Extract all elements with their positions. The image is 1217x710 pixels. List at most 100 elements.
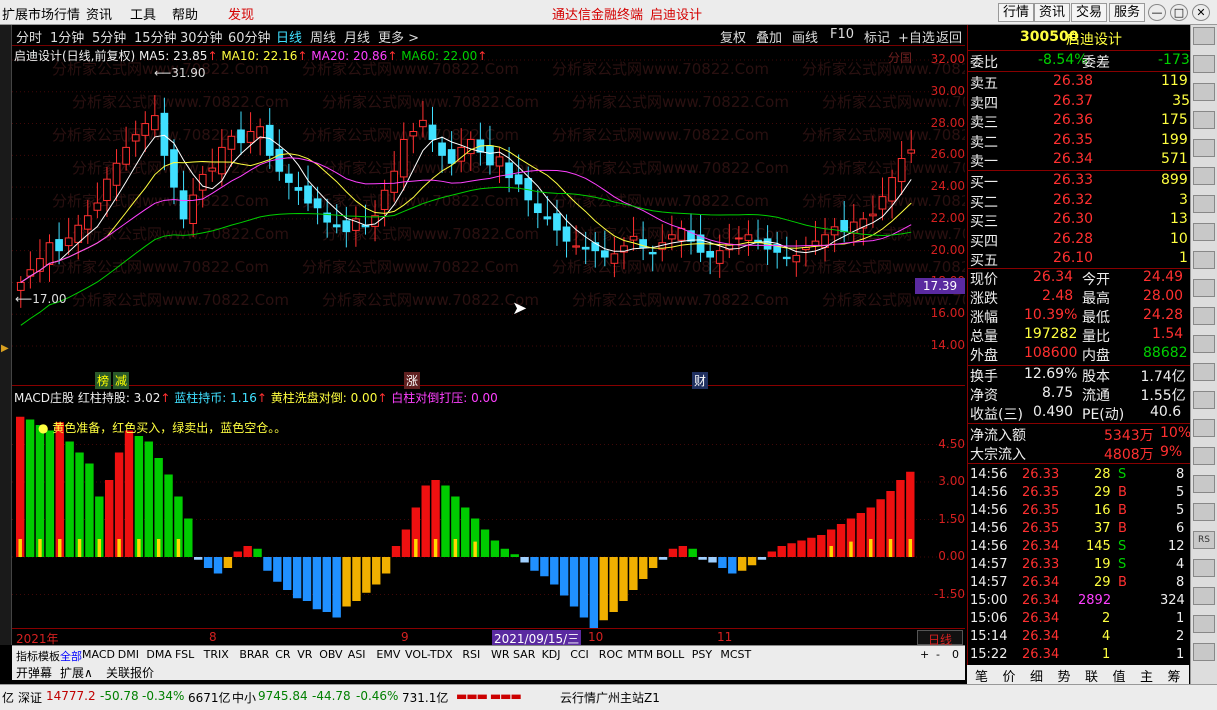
extend-button[interactable]: 扩展∧ [60,664,93,681]
side-tool-icon[interactable] [1193,447,1215,465]
right-tab[interactable]: 联 [1085,666,1098,685]
tab-1min[interactable]: 1分钟 [50,27,84,46]
indicator-tab[interactable]: VR [297,648,312,661]
indicator-tab[interactable]: ROC [599,648,623,661]
indicator-zoom-button[interactable]: - [936,648,940,661]
candlestick-chart[interactable]: 分析家公式网www.70822.Com 分析家公式网www.70822.Com 分析… [12,46,965,389]
side-tool-icon[interactable] [1193,363,1215,381]
side-tool-icon[interactable]: RS [1193,531,1215,549]
side-tool-icon[interactable] [1193,83,1215,101]
side-tool-icon[interactable] [1193,251,1215,269]
menu-extended-market[interactable]: 扩展市场行情 [2,4,80,23]
side-tool-icon[interactable] [1193,111,1215,129]
right-tab[interactable]: 主 [1140,666,1153,685]
side-tool-icon[interactable] [1193,615,1215,633]
indicator-tab[interactable]: DMI [118,648,139,661]
indicator-tab[interactable]: 指标 [16,648,38,664]
side-tool-icon[interactable] [1193,279,1215,297]
side-tool-icon[interactable] [1193,335,1215,353]
server-status[interactable]: 云行情广州主站Z1 [560,689,660,706]
indicator-tab[interactable]: EMV [376,648,400,661]
side-tool-icon[interactable] [1193,475,1215,493]
quote-button[interactable]: 行情 [998,3,1035,22]
right-tab[interactable]: 笔 [975,666,988,685]
menu-news[interactable]: 资讯 [86,4,112,23]
tab-more[interactable]: 更多 > [378,27,419,46]
indicator-tab[interactable]: KDJ [542,648,561,661]
tab-60min[interactable]: 60分钟 [228,27,271,46]
tab-timeshare[interactable]: 分时 [16,27,42,46]
tab-monthly[interactable]: 月线 [344,27,370,46]
badge-rank[interactable]: 榜 [95,372,112,389]
close-icon[interactable]: ✕ [1192,4,1210,21]
indicator-tab[interactable]: VOL-TDX [405,648,453,661]
menu-tools[interactable]: 工具 [130,4,156,23]
right-tab[interactable]: 值 [1113,666,1126,685]
right-tab[interactable]: 细 [1030,666,1043,685]
news-button[interactable]: 资讯 [1034,3,1071,22]
indicator-tab[interactable]: DMA [146,648,172,661]
service-button[interactable]: 服务 [1109,3,1146,22]
indicator-tab[interactable]: 全部 [60,648,82,664]
tab-30min[interactable]: 30分钟 [180,27,223,46]
side-tool-icon[interactable] [1193,223,1215,241]
side-tool-icon[interactable] [1193,139,1215,157]
side-tool-icon[interactable] [1193,391,1215,409]
badge-limit-up[interactable]: 涨 [404,372,421,389]
minimize-icon[interactable]: — [1148,4,1166,21]
expand-arrow-icon[interactable]: ▶ [1,343,9,354]
restore-icon[interactable]: □ [1170,4,1188,21]
tab-weekly[interactable]: 周线 [310,27,336,46]
menu-discover[interactable]: 发现 [228,4,254,23]
indicator-tab[interactable]: BOLL [656,648,684,661]
right-tab[interactable]: 筹 [1168,666,1181,685]
indicator-zoom-button[interactable]: + [920,648,929,661]
indicator-tab[interactable]: 模板 [38,648,60,664]
tab-5min[interactable]: 5分钟 [92,27,126,46]
side-tool-icon[interactable] [1193,167,1215,185]
indicator-tab[interactable]: MCST [720,648,751,661]
back-button[interactable]: 返回 [936,27,962,46]
indicator-tab[interactable]: WR [491,648,510,661]
indicator-tab[interactable]: MTM [627,648,653,661]
related-quote-button[interactable]: 关联报价 [106,664,154,681]
badge-finance[interactable]: 财 [692,372,709,389]
indicator-tab[interactable]: TRIX [204,648,229,661]
trade-button[interactable]: 交易 [1071,3,1108,22]
side-tool-icon[interactable] [1193,503,1215,521]
side-tool-icon[interactable] [1193,55,1215,73]
indicator-tab[interactable]: MACD [82,648,115,661]
indicator-tab[interactable]: CCI [570,648,589,661]
danmaku-button[interactable]: 开弹幕 [16,664,52,681]
badge-reduce[interactable]: 减 [113,372,130,389]
indicator-tab[interactable]: RSI [462,648,480,661]
shenzhen-name[interactable]: 深证 [18,689,42,706]
indicator-tab[interactable]: ASI [348,648,366,661]
draw-button[interactable]: 画线 [792,27,818,46]
left-collapse-strip[interactable]: ▶ [0,25,12,645]
add-favorite-button[interactable]: +自选 [898,27,935,46]
side-tool-icon[interactable] [1193,559,1215,577]
overlay-button[interactable]: 叠加 [756,27,782,46]
indicator-tab[interactable]: PSY [692,648,712,661]
side-tool-icon[interactable] [1193,195,1215,213]
side-tool-icon[interactable] [1193,643,1215,661]
side-tool-icon[interactable] [1193,27,1215,45]
right-tab[interactable]: 价 [1003,666,1016,685]
indicator-zoom-button[interactable]: 0 [952,648,959,661]
tab-15min[interactable]: 15分钟 [134,27,177,46]
indicator-tab[interactable]: SAR [513,648,535,661]
menu-help[interactable]: 帮助 [172,4,198,23]
mark-button[interactable]: 标记 [864,27,890,46]
side-tool-icon[interactable] [1193,587,1215,605]
indicator-tab[interactable]: FSL [175,648,194,661]
f10-button[interactable]: F10 [830,27,854,42]
tab-daily[interactable]: 日线 [276,27,302,46]
right-tab[interactable]: 势 [1058,666,1071,685]
side-tool-icon[interactable] [1193,419,1215,437]
period-indicator[interactable]: 日线 [917,630,963,647]
indicator-tab[interactable]: OBV [319,648,342,661]
indicator-tab[interactable]: CR [275,648,290,661]
macd-panel[interactable]: MACD庄股 红柱持股: 3.02↑ 蓝柱持币: 1.16↑ 黄柱洗盘对倒: 0… [12,388,965,628]
side-tool-icon[interactable] [1193,307,1215,325]
